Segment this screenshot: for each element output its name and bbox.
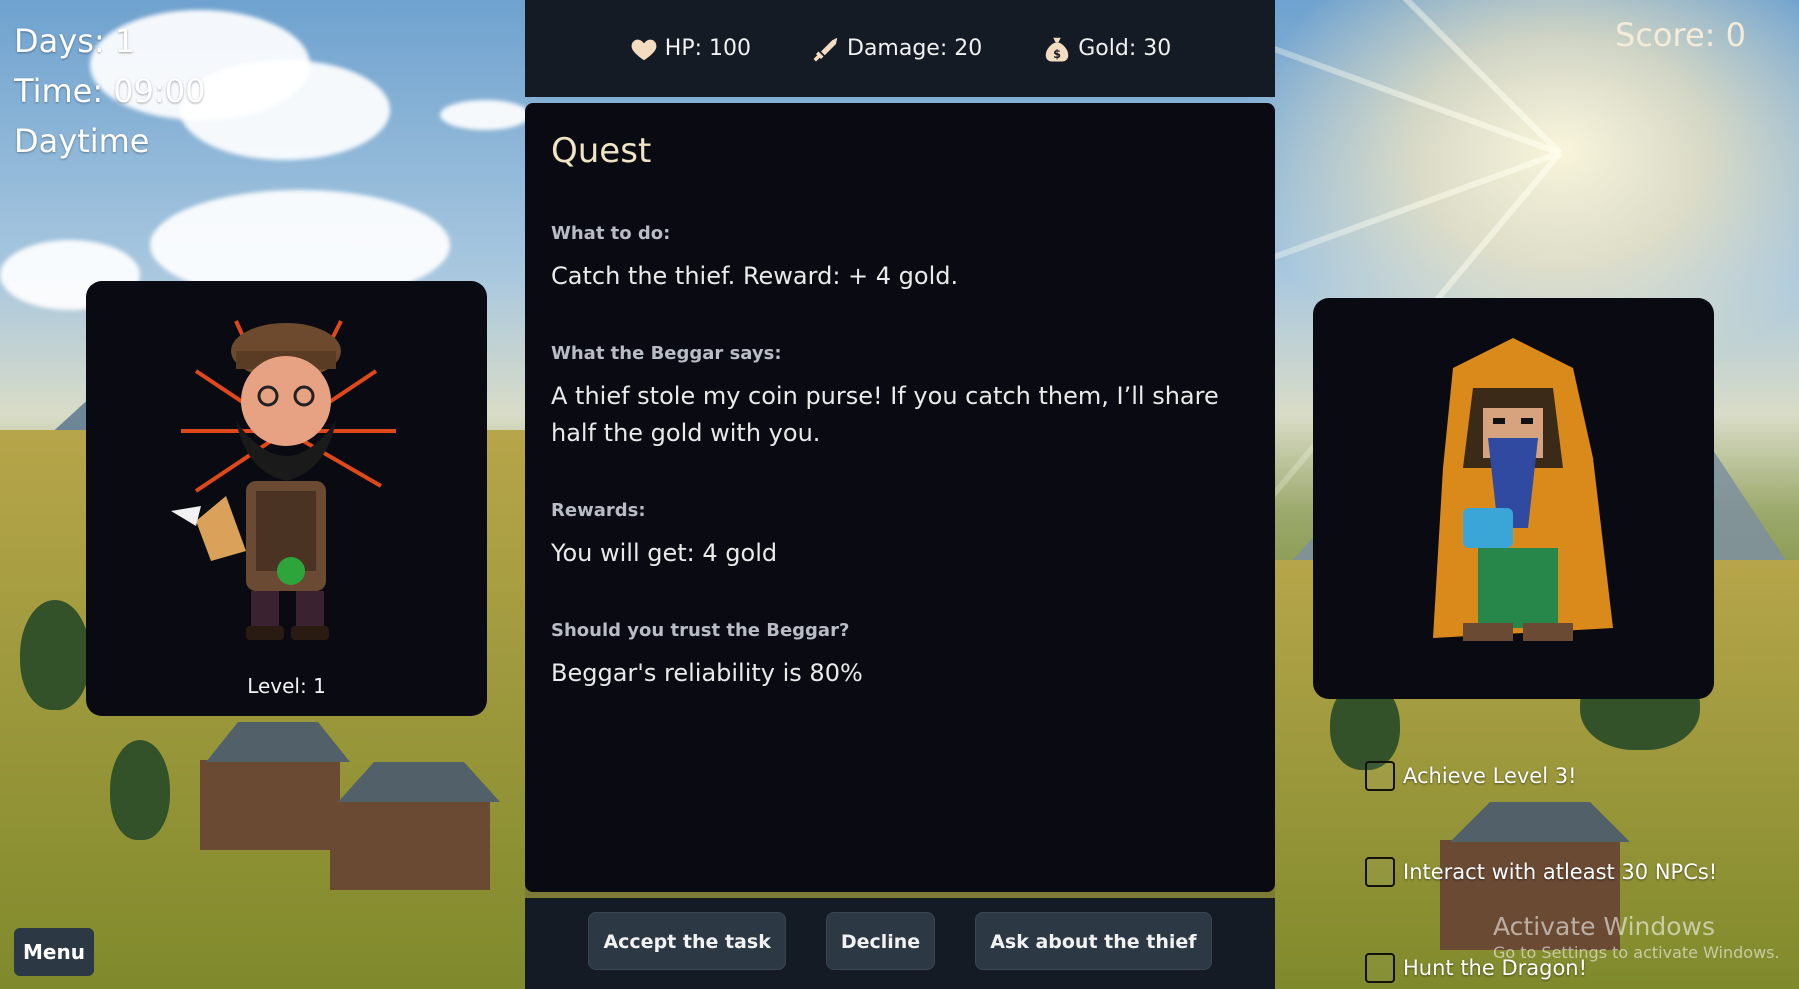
watermark-title: Activate Windows <box>1493 912 1715 941</box>
watermark-subtitle: Go to Settings to activate Windows. <box>1493 943 1780 962</box>
trust-label: Should you trust the Beggar? <box>551 620 850 641</box>
damage-value: Damage: 20 <box>847 36 983 61</box>
rewards-label: Rewards: <box>551 500 646 521</box>
beggar-character-sprite <box>171 320 396 640</box>
achievement-item[interactable]: Interact with atleast 30 NPCs! <box>1365 857 1717 887</box>
achievement-item[interactable]: Achieve Level 3! <box>1365 761 1577 791</box>
achievement-checkbox[interactable] <box>1365 857 1395 887</box>
heart-icon <box>631 39 657 60</box>
achievement-label: Interact with atleast 30 NPCs! <box>1403 860 1718 884</box>
decline-button[interactable]: Decline <box>825 911 936 970</box>
time-display: Time: 09:00 <box>14 72 206 110</box>
player-level: Level: 1 <box>247 674 326 698</box>
time-hud: Days: 1 Time: 09:00 Daytime <box>14 16 205 166</box>
npc-portrait-card <box>1313 298 1714 699</box>
day-period: Daytime <box>14 122 150 160</box>
reliability-text: Beggar's reliability is 80% <box>551 659 863 687</box>
achievement-checkbox[interactable] <box>1365 953 1395 983</box>
gold-stat: $ Gold: 30 <box>1042 34 1171 64</box>
hooded-npc-sprite <box>1433 338 1613 641</box>
score-display: Score: 0 <box>1615 16 1746 54</box>
task-description: Catch the thief. Reward: + 4 gold. <box>551 262 959 290</box>
achievement-checkbox[interactable] <box>1365 761 1395 791</box>
money-bag-icon: $ <box>1045 37 1069 61</box>
player-portrait-card: Level: 1 <box>86 281 487 716</box>
gold-value: Gold: 30 <box>1078 36 1172 61</box>
hp-stat: HP: 100 <box>629 34 751 64</box>
menu-button[interactable]: Menu <box>14 928 94 976</box>
windows-activation-watermark: Activate Windows Go to Settings to activ… <box>1493 912 1780 962</box>
task-label: What to do: <box>551 223 671 244</box>
achievement-label: Achieve Level 3! <box>1403 764 1577 788</box>
ask-about-thief-button[interactable]: Ask about the thief <box>975 911 1212 970</box>
damage-stat: Damage: 20 <box>811 34 982 64</box>
rewards-text: You will get: 4 gold <box>551 539 778 567</box>
hp-value: HP: 100 <box>664 36 751 61</box>
quest-actions: Accept the task Decline Ask about the th… <box>525 898 1275 989</box>
npc-dialogue: A thief stole my coin purse! If you catc… <box>551 382 1219 447</box>
sword-icon <box>813 37 838 61</box>
player-stats-bar: HP: 100 Damage: 20 $ Gold: 30 <box>525 0 1275 97</box>
days-counter: Days: 1 <box>14 22 136 60</box>
quest-title: Quest <box>551 131 652 171</box>
svg-text:$: $ <box>1053 47 1061 60</box>
accept-task-button[interactable]: Accept the task <box>588 911 786 970</box>
quest-panel: Quest What to do: Catch the thief. Rewar… <box>525 103 1275 892</box>
npc-dialogue-label: What the Beggar says: <box>551 343 782 364</box>
